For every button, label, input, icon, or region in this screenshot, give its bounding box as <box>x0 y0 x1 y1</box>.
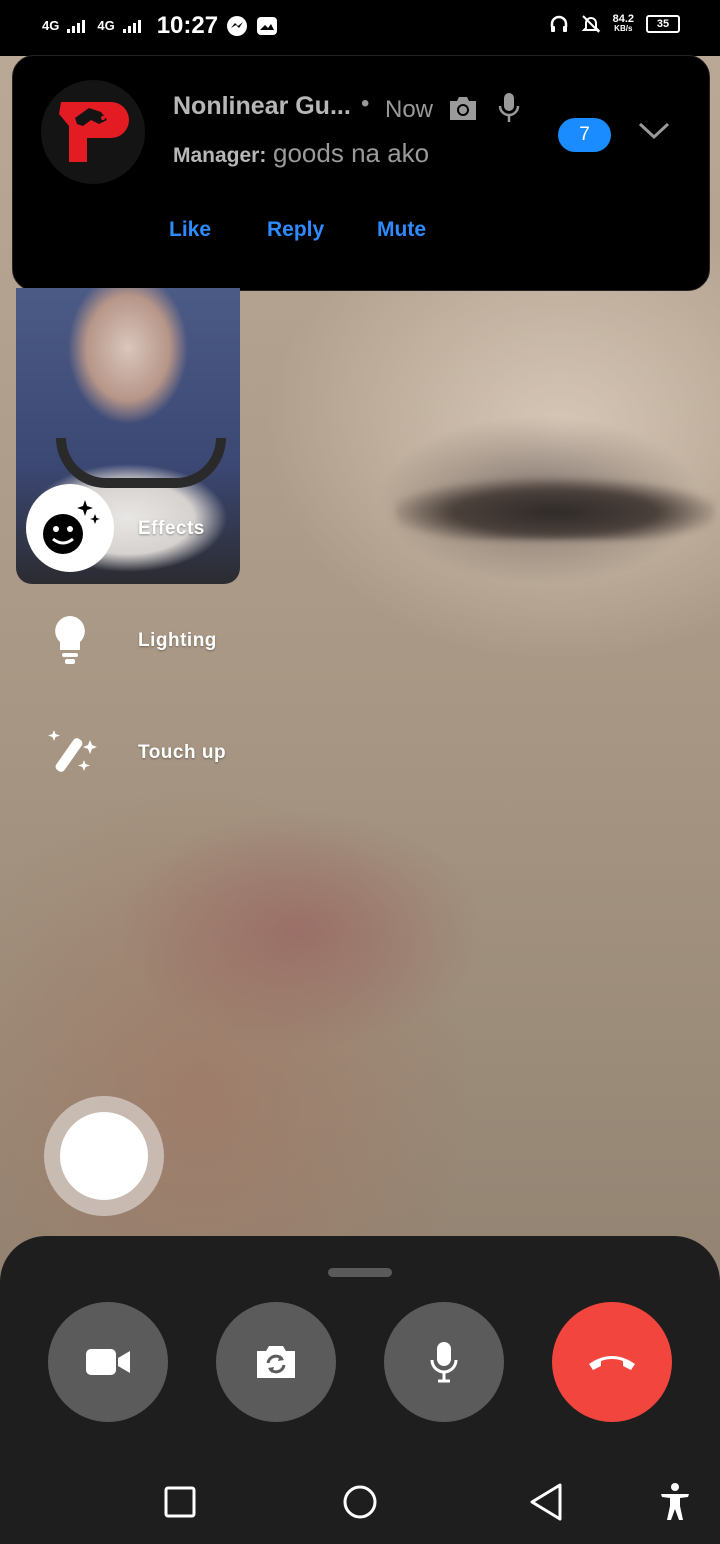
effects-label: Effects <box>138 518 205 539</box>
recent-apps-icon[interactable] <box>164 1486 196 1518</box>
smiley-sparkle-icon <box>43 500 100 554</box>
unread-count-badge: 7 <box>558 118 611 152</box>
speed-value: 84.2 <box>612 13 634 25</box>
microphone-button[interactable] <box>384 1302 504 1422</box>
flip-camera-icon <box>257 1346 295 1378</box>
video-camera-icon <box>86 1349 130 1375</box>
flip-camera-button[interactable] <box>216 1302 336 1422</box>
notification-time: Now <box>385 96 434 123</box>
battery-indicator: 35 <box>646 15 680 33</box>
bell-off-icon <box>581 15 600 33</box>
messenger-icon <box>227 16 248 36</box>
lighting-label: Lighting <box>138 630 217 651</box>
capture-button-inner <box>60 1112 148 1200</box>
reply-button[interactable]: Reply <box>267 218 324 242</box>
capture-button[interactable] <box>44 1096 164 1216</box>
self-video-detail <box>56 438 226 488</box>
call-controls-panel <box>0 1236 720 1452</box>
accessibility-icon[interactable] <box>658 1482 692 1522</box>
network-indicator-2: 4G <box>97 18 115 33</box>
panel-drag-handle[interactable] <box>328 1268 392 1277</box>
network-speed: 84.2 KB/s <box>613 14 634 34</box>
message-preview: goods na ako <box>273 138 430 168</box>
clock: 10:27 <box>156 12 219 39</box>
camera-icon <box>450 97 476 120</box>
mute-button[interactable]: Mute <box>377 218 426 242</box>
remote-video-detail <box>395 478 715 540</box>
video-toggle-button[interactable] <box>48 1302 168 1422</box>
home-icon[interactable] <box>342 1484 378 1520</box>
end-call-button[interactable] <box>552 1302 672 1422</box>
status-bar: 4G 4G 10:27 84.2 KB/s 35 <box>0 0 720 56</box>
notification-title: Nonlinear Gu... <box>173 92 351 120</box>
speed-unit: KB/s <box>614 24 633 33</box>
microphone-icon <box>430 1342 458 1383</box>
effects-button[interactable] <box>26 484 114 572</box>
like-button[interactable]: Like <box>169 218 211 242</box>
magic-wand-icon[interactable] <box>46 728 102 776</box>
signal-icon <box>122 20 141 33</box>
horse-logo-icon <box>59 102 129 162</box>
lightbulb-icon[interactable] <box>50 614 90 666</box>
chevron-down-icon[interactable] <box>637 120 671 142</box>
navigation-bar <box>0 1452 720 1544</box>
headphones-icon <box>550 15 567 32</box>
message-sender: Manager: <box>173 144 267 167</box>
microphone-icon <box>498 93 520 122</box>
sender-avatar <box>41 80 145 184</box>
separator-dot: • <box>361 90 370 117</box>
touchup-label: Touch up <box>138 742 227 763</box>
message-notification[interactable]: Nonlinear Gu... • Now Manager: goods na … <box>12 55 710 291</box>
back-icon[interactable] <box>528 1482 564 1522</box>
network-indicator-1: 4G <box>42 18 60 33</box>
gallery-icon <box>257 17 278 35</box>
signal-icon <box>67 20 86 33</box>
hang-up-icon <box>589 1356 635 1370</box>
